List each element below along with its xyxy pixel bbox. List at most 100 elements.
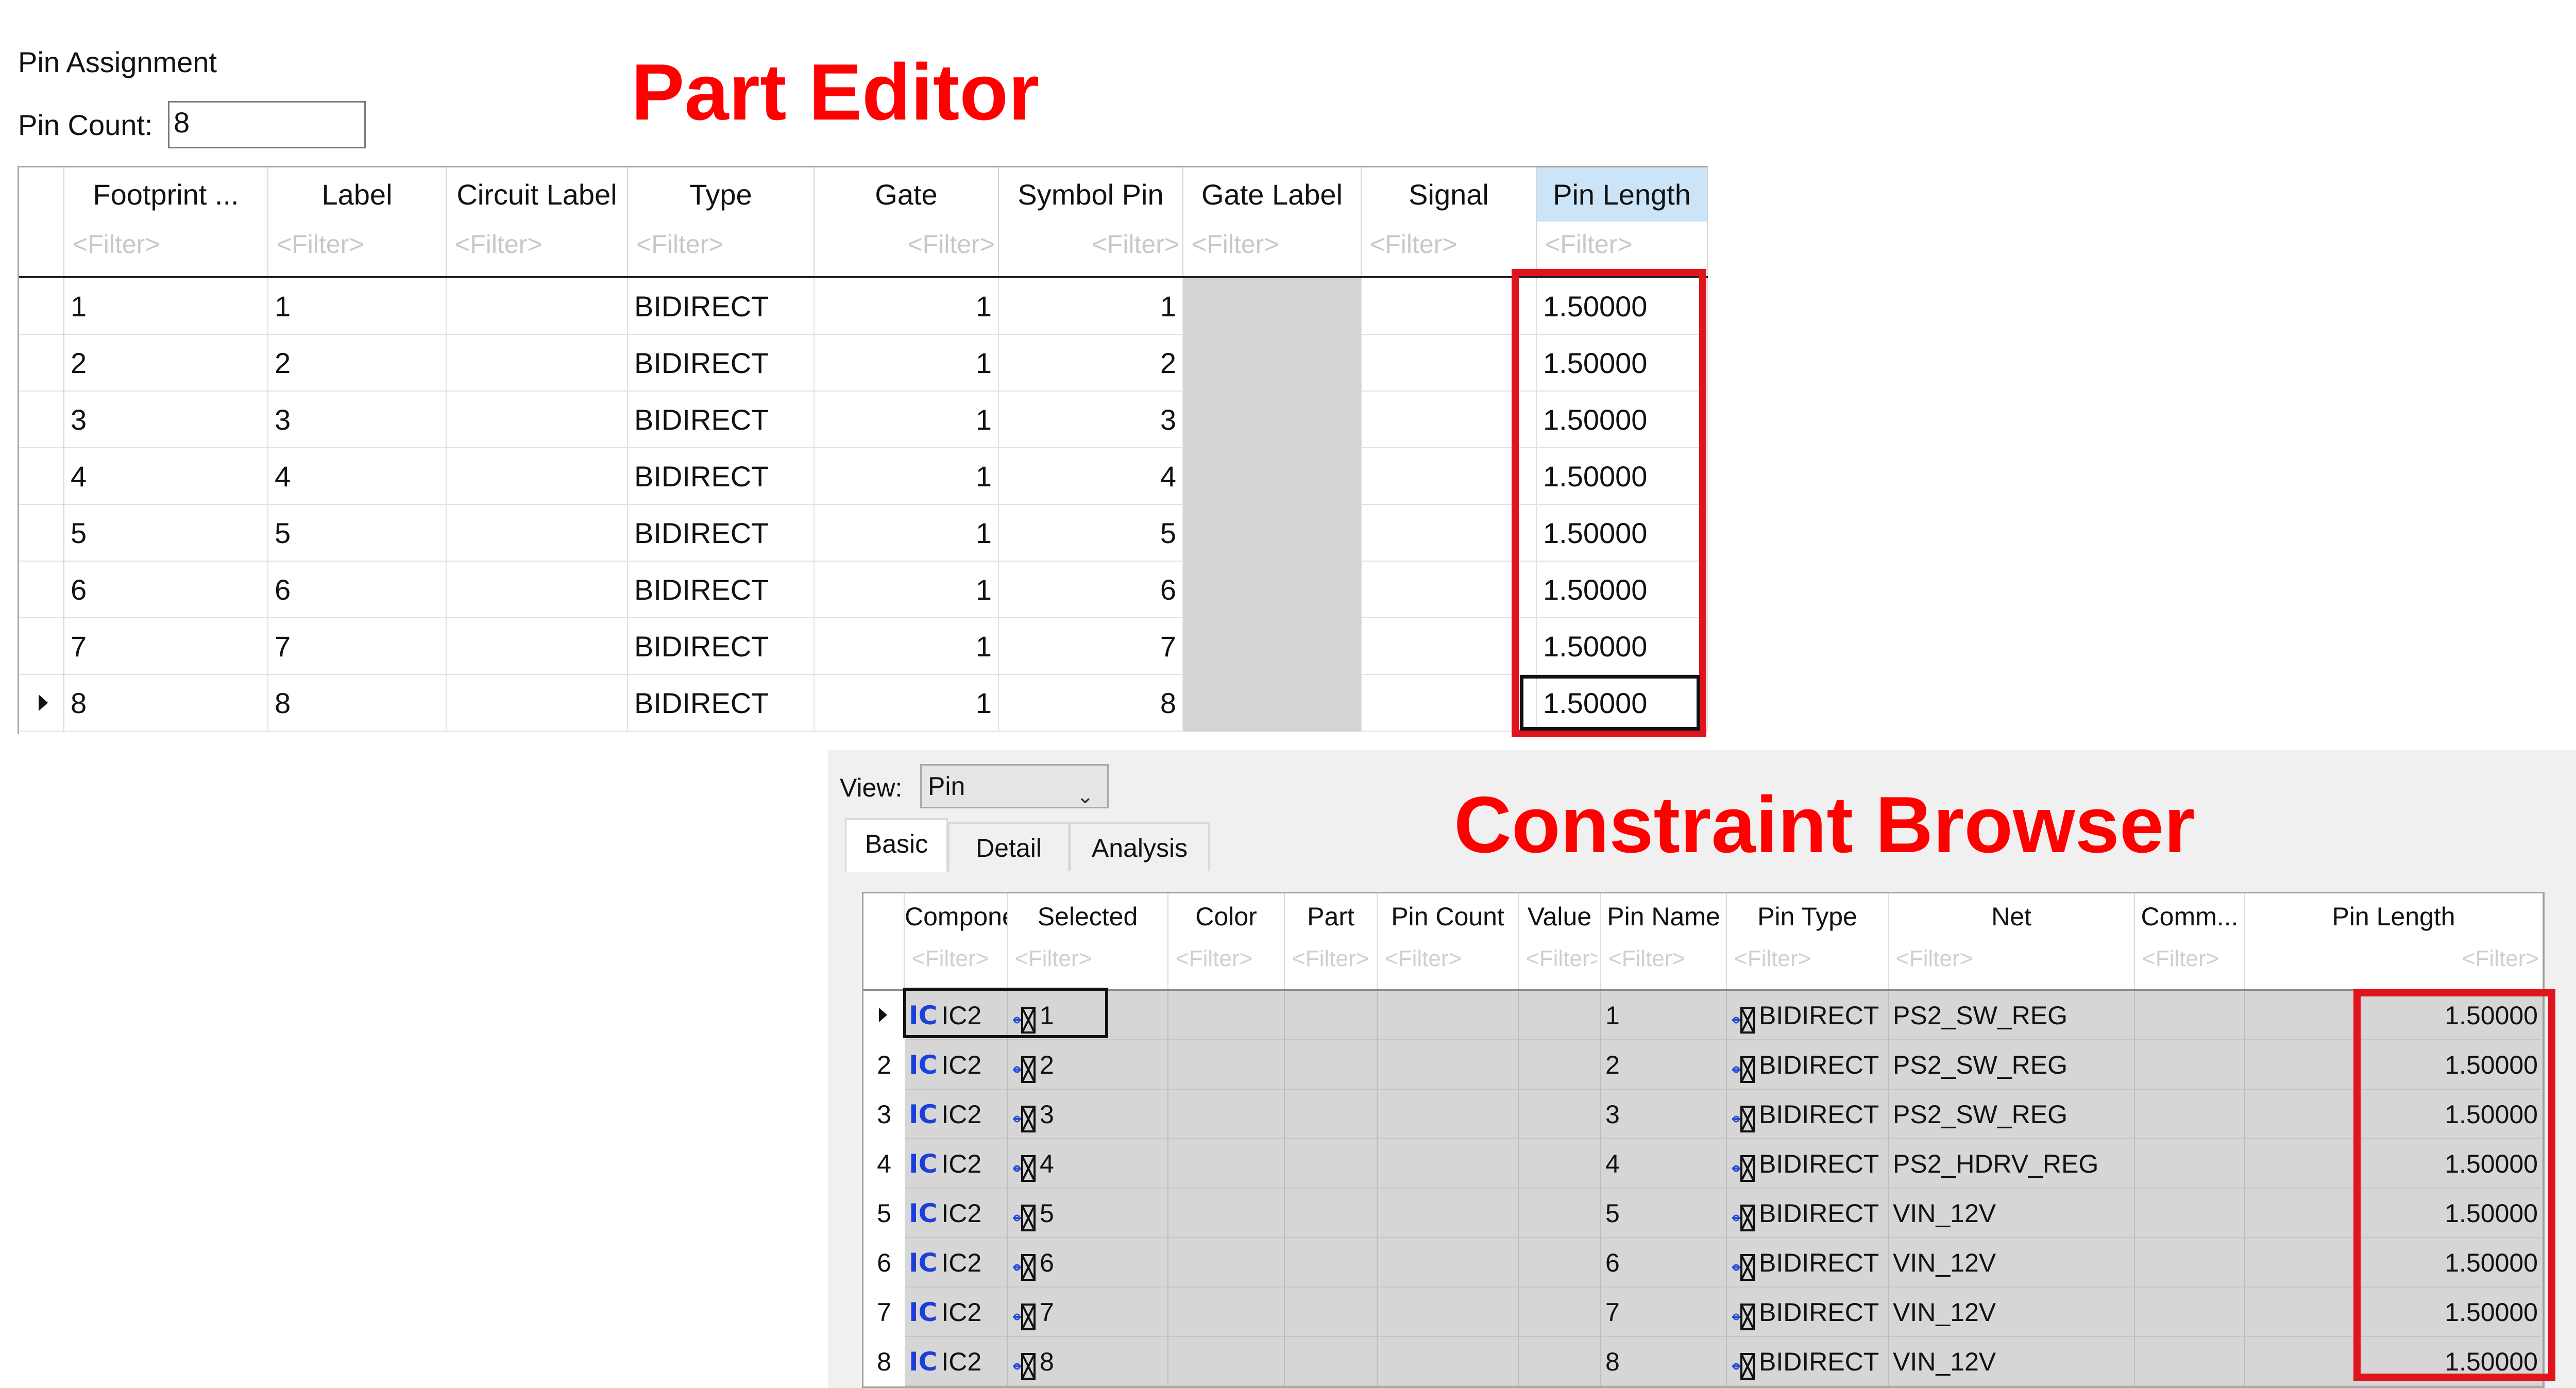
table-cell-selected[interactable]: 2	[1008, 1040, 1168, 1090]
table-row[interactable]: 4 4 BIDIRECT 1 4 1.50000	[19, 448, 1708, 505]
tab-basic[interactable]: Basic	[845, 818, 948, 872]
table-cell-gate-label[interactable]	[1183, 448, 1362, 505]
table-cell-value[interactable]	[1519, 1040, 1601, 1090]
table-cell-type[interactable]: BIDIRECT	[628, 448, 815, 505]
table-cell-pin-type[interactable]: BIDIRECT	[1727, 1238, 1889, 1288]
column-filter-input[interactable]: <Filter>	[1370, 229, 1533, 259]
table-cell-component[interactable]: IC IC2	[905, 1040, 1008, 1090]
column-filter-input[interactable]: <Filter>	[277, 229, 443, 259]
column-filter-input[interactable]: <Filter>	[636, 229, 810, 259]
row-header[interactable]	[19, 562, 64, 618]
table-cell-circuit-label[interactable]	[447, 448, 628, 505]
table-cell-net[interactable]: PS2_SW_REG	[1889, 1040, 2135, 1090]
table-row[interactable]: 5 IC IC2 5 5 BIDIRECT VIN_12V 1.50000	[863, 1189, 2546, 1238]
gate-header[interactable]: Gate <Filter>	[815, 167, 999, 276]
row-header[interactable]: 6	[863, 1238, 905, 1288]
tab-analysis[interactable]: Analysis	[1070, 822, 1210, 871]
table-cell-pin-count[interactable]	[1378, 1189, 1519, 1238]
table-row[interactable]: 7 IC IC2 7 7 BIDIRECT VIN_12V 1.50000	[863, 1288, 2546, 1337]
table-cell-color[interactable]	[1168, 1288, 1285, 1337]
column-filter-input[interactable]: <Filter>	[1292, 946, 1374, 972]
table-row[interactable]: IC IC2 1 1 BIDIRECT PS2_SW_REG 1.50000	[863, 991, 2546, 1040]
table-cell-pin-name[interactable]: 8	[1601, 1337, 1727, 1386]
table-cell-label[interactable]: 4	[268, 448, 447, 505]
table-cell-part[interactable]	[1285, 1090, 1378, 1139]
tab-detail[interactable]: Detail	[948, 822, 1070, 871]
table-cell-pin-type[interactable]: BIDIRECT	[1727, 1040, 1889, 1090]
table-cell-color[interactable]	[1168, 1238, 1285, 1288]
table-cell-type[interactable]: BIDIRECT	[628, 278, 815, 335]
table-row[interactable]: 4 IC IC2 4 4 BIDIRECT PS2_HDRV_REG 1.50000	[863, 1139, 2546, 1189]
column-filter-input[interactable]: <Filter>	[1526, 946, 1597, 972]
table-cell-part[interactable]	[1285, 1189, 1378, 1238]
value-header[interactable]: Value <Filter>	[1519, 893, 1601, 989]
table-cell-circuit-label[interactable]	[447, 278, 628, 335]
table-cell-circuit-label[interactable]	[447, 505, 628, 562]
column-filter-input[interactable]: <Filter>	[73, 229, 264, 259]
column-filter-input[interactable]: <Filter>	[1192, 229, 1358, 259]
table-cell-label[interactable]: 2	[268, 335, 447, 392]
table-cell-pin-name[interactable]: 7	[1601, 1288, 1727, 1337]
table-cell-footprint[interactable]: 7	[64, 618, 268, 675]
table-cell-component[interactable]: IC IC2	[905, 1337, 1008, 1386]
table-cell-symbol-pin[interactable]: 8	[999, 675, 1183, 732]
table-cell-selected[interactable]: 3	[1008, 1090, 1168, 1139]
table-cell-color[interactable]	[1168, 991, 1285, 1040]
table-cell-label[interactable]: 3	[268, 392, 447, 448]
table-cell-value[interactable]	[1519, 1288, 1601, 1337]
column-filter-input[interactable]: <Filter>	[1608, 946, 1723, 972]
component-header[interactable]: Component <Filter>	[905, 893, 1008, 989]
type-header[interactable]: Type <Filter>	[628, 167, 815, 276]
column-filter-input[interactable]: <Filter>	[2252, 946, 2539, 972]
table-cell-gate-label[interactable]	[1183, 335, 1362, 392]
signal-header[interactable]: Signal <Filter>	[1362, 167, 1537, 276]
table-cell-comment[interactable]	[2135, 1189, 2245, 1238]
table-cell-value[interactable]	[1519, 1090, 1601, 1139]
column-filter-input[interactable]: <Filter>	[1176, 946, 1281, 972]
table-cell-circuit-label[interactable]	[447, 675, 628, 732]
table-row[interactable]: 5 5 BIDIRECT 1 5 1.50000	[19, 505, 1708, 562]
gate-label-header[interactable]: Gate Label <Filter>	[1183, 167, 1362, 276]
table-cell-label[interactable]: 8	[268, 675, 447, 732]
row-header[interactable]	[19, 335, 64, 392]
table-row[interactable]: 7 7 BIDIRECT 1 7 1.50000	[19, 618, 1708, 675]
table-cell-type[interactable]: BIDIRECT	[628, 392, 815, 448]
row-header[interactable]: 4	[863, 1139, 905, 1189]
pin-length-header[interactable]: Pin Length <Filter>	[1537, 167, 1708, 276]
table-cell-symbol-pin[interactable]: 1	[999, 278, 1183, 335]
row-header[interactable]: 3	[863, 1090, 905, 1139]
table-cell-comment[interactable]	[2135, 1288, 2245, 1337]
table-cell-signal[interactable]	[1362, 335, 1537, 392]
table-row[interactable]: 2 2 BIDIRECT 1 2 1.50000	[19, 335, 1708, 392]
table-cell-signal[interactable]	[1362, 675, 1537, 732]
table-cell-comment[interactable]	[2135, 1238, 2245, 1288]
row-header[interactable]	[19, 392, 64, 448]
pin-name-header[interactable]: Pin Name <Filter>	[1601, 893, 1727, 989]
table-cell-gate[interactable]: 1	[815, 392, 999, 448]
pin-count-input[interactable]: 8	[168, 101, 366, 148]
table-row[interactable]: 1 1 BIDIRECT 1 1 1.50000	[19, 278, 1708, 335]
label-header[interactable]: Label <Filter>	[268, 167, 447, 276]
table-cell-part[interactable]	[1285, 1040, 1378, 1090]
color-header[interactable]: Color <Filter>	[1168, 893, 1285, 989]
table-cell-comment[interactable]	[2135, 1139, 2245, 1189]
table-cell-gate-label[interactable]	[1183, 505, 1362, 562]
table-row[interactable]: 2 IC IC2 2 2 BIDIRECT PS2_SW_REG 1.50000	[863, 1040, 2546, 1090]
part-header[interactable]: Part <Filter>	[1285, 893, 1378, 989]
table-cell-part[interactable]	[1285, 991, 1378, 1040]
table-cell-color[interactable]	[1168, 1090, 1285, 1139]
table-cell-pin-count[interactable]	[1378, 1040, 1519, 1090]
column-filter-input[interactable]: <Filter>	[1015, 946, 1164, 972]
table-cell-gate[interactable]: 1	[815, 278, 999, 335]
table-cell-signal[interactable]	[1362, 448, 1537, 505]
table-cell-signal[interactable]	[1362, 278, 1537, 335]
table-cell-gate[interactable]: 1	[815, 675, 999, 732]
row-header[interactable]: 8	[863, 1337, 905, 1386]
table-cell-footprint[interactable]: 6	[64, 562, 268, 618]
table-cell-comment[interactable]	[2135, 1040, 2245, 1090]
table-row[interactable]: 3 IC IC2 3 3 BIDIRECT PS2_SW_REG 1.50000	[863, 1090, 2546, 1139]
table-cell-selected[interactable]: 6	[1008, 1238, 1168, 1288]
table-cell-component[interactable]: IC IC2	[905, 1090, 1008, 1139]
table-row[interactable]: 6 IC IC2 6 6 BIDIRECT VIN_12V 1.50000	[863, 1238, 2546, 1288]
column-filter-input[interactable]: <Filter>	[1896, 946, 2131, 972]
